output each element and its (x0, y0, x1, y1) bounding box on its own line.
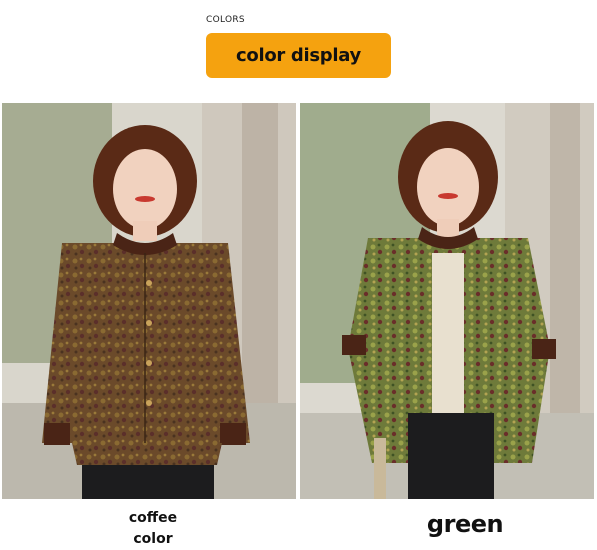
variant-label-coffee-line1: coffee (128, 510, 178, 526)
variant-label-coffee: coffee color (95, 508, 211, 550)
product-photo-green[interactable] (300, 103, 594, 499)
coffee-jacket-image (2, 103, 296, 499)
green-jacket-image (300, 103, 594, 499)
product-photo-coffee[interactable] (2, 103, 296, 499)
color-display-banner: color display (206, 33, 391, 78)
variant-label-coffee-line2: color (133, 531, 173, 547)
colors-caption: COLORS (206, 15, 245, 25)
variant-label-green: green (426, 510, 504, 538)
